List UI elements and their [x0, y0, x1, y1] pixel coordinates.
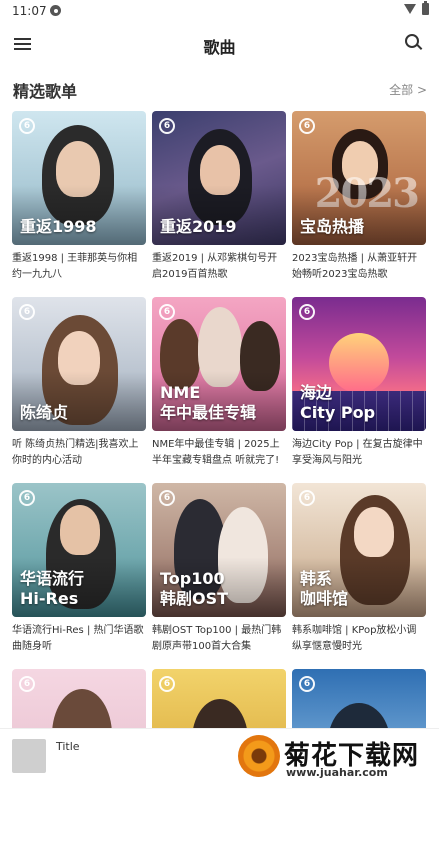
- playlist-card[interactable]: 6 陈绮贞 听 陈绮贞热门精选|我喜欢上你时的内心活动: [12, 297, 146, 483]
- playlist-card[interactable]: 6 韩系 咖啡馆 韩系咖啡馆 | KPop放松小调 纵享惬意慢时光: [292, 483, 426, 669]
- playlist-card[interactable]: 6 重返2019 重返2019 | 从邓紫棋句号开启2019百首热歌: [152, 111, 286, 297]
- playlist-caption: 韩系咖啡馆 | KPop放松小调 纵享惬意慢时光: [292, 625, 417, 652]
- search-icon[interactable]: [405, 34, 423, 52]
- cover-title: Top100 韩剧OST: [160, 569, 229, 608]
- playlist-caption: 韩剧OST Top100 | 最热门韩剧原声带100首大合集: [152, 625, 282, 652]
- playlist-cover: 6 华语流行 Hi-Res: [12, 483, 146, 617]
- music-app-badge-icon: 6: [19, 118, 35, 134]
- player-title: Title: [56, 740, 80, 753]
- record-indicator-icon: [50, 5, 61, 16]
- cover-title: 陈绮贞: [20, 403, 69, 422]
- cover-title: 华语流行 Hi-Res: [20, 569, 85, 608]
- view-all-link[interactable]: 全部 >: [389, 81, 427, 98]
- player-thumbnail: [12, 739, 46, 773]
- playlist-cover: 2023 6 宝岛热播: [292, 111, 426, 245]
- status-bar: 11:07: [0, 0, 439, 22]
- playlist-cover: 6 NME 年中最佳专辑: [152, 297, 286, 431]
- playlist-cover: 6 海边 City Pop: [292, 297, 426, 431]
- music-app-badge-icon: 6: [19, 676, 35, 692]
- music-app-badge-icon: 6: [299, 676, 315, 692]
- music-app-badge-icon: 6: [19, 490, 35, 506]
- playlist-caption: NME年中最佳专辑 | 2025上半年宝藏专辑盘点 听就完了!: [152, 439, 280, 466]
- playlist-card[interactable]: 6 NME 年中最佳专辑 NME年中最佳专辑 | 2025上半年宝藏专辑盘点 听…: [152, 297, 286, 483]
- flower-logo-icon: [238, 735, 280, 777]
- music-app-badge-icon: 6: [159, 304, 175, 320]
- playlist-cover: 6 重返2019: [152, 111, 286, 245]
- section-header: 精选歌单 全部 >: [0, 78, 439, 101]
- playlist-cover: 6 Top100 韩剧OST: [152, 483, 286, 617]
- cover-title: 重返2019: [160, 217, 237, 236]
- music-app-badge-icon: 6: [299, 490, 315, 506]
- status-time: 11:07: [12, 4, 47, 18]
- playlist-card[interactable]: 6 海边 City Pop 海边City Pop | 在复古旋律中享受海风与阳光: [292, 297, 426, 483]
- music-app-badge-icon: 6: [159, 118, 175, 134]
- cover-title: NME 年中最佳专辑: [160, 383, 257, 422]
- playlist-caption: 海边City Pop | 在复古旋律中享受海风与阳光: [292, 439, 423, 466]
- cover-title: 宝岛热播: [300, 217, 365, 236]
- playlist-card[interactable]: 6 重返1998 重返1998 | 王菲那英与你相约一九九八: [12, 111, 146, 297]
- music-app-badge-icon: 6: [299, 118, 315, 134]
- playlist-caption: 听 陈绮贞热门精选|我喜欢上你时的内心活动: [12, 439, 139, 466]
- mini-player[interactable]: Title 菊花下载网 www.juahar.com: [0, 728, 439, 783]
- watermark: 菊花下载网 www.juahar.com: [238, 733, 433, 781]
- battery-icon: [422, 1, 429, 15]
- status-icons: [404, 1, 429, 15]
- cover-title: 重返1998: [20, 217, 97, 236]
- playlist-caption: 2023宝岛热播 | 从萧亚轩开始畅听2023宝岛热歌: [292, 253, 418, 280]
- watermark-url: www.juahar.com: [286, 766, 388, 779]
- music-app-badge-icon: 6: [159, 490, 175, 506]
- cover-title: 韩系 咖啡馆: [300, 569, 349, 608]
- music-app-badge-icon: 6: [159, 676, 175, 692]
- cover-title: 海边 City Pop: [300, 383, 376, 422]
- music-app-badge-icon: 6: [19, 304, 35, 320]
- playlist-card[interactable]: 6 Top100 韩剧OST 韩剧OST Top100 | 最热门韩剧原声带10…: [152, 483, 286, 669]
- playlist-cover: 6 韩系 咖啡馆: [292, 483, 426, 617]
- page-title: 歌曲: [203, 38, 236, 57]
- app-bar: 歌曲: [0, 24, 439, 64]
- section-title: 精选歌单: [13, 82, 78, 101]
- playlist-caption: 华语流行Hi-Res | 热门华语歌曲随身听: [12, 625, 144, 652]
- playlist-card[interactable]: 6 华语流行 Hi-Res 华语流行Hi-Res | 热门华语歌曲随身听: [12, 483, 146, 669]
- playlist-caption: 重返2019 | 从邓紫棋句号开启2019百首热歌: [152, 253, 278, 280]
- playlist-card[interactable]: 2023 6 宝岛热播 2023宝岛热播 | 从萧亚轩开始畅听2023宝岛热歌: [292, 111, 426, 297]
- music-app-badge-icon: 6: [299, 304, 315, 320]
- playlist-caption: 重返1998 | 王菲那英与你相约一九九八: [12, 253, 138, 280]
- playlist-cover: 6 重返1998: [12, 111, 146, 245]
- wifi-icon: [404, 4, 416, 14]
- playlist-cover: 6 陈绮贞: [12, 297, 146, 431]
